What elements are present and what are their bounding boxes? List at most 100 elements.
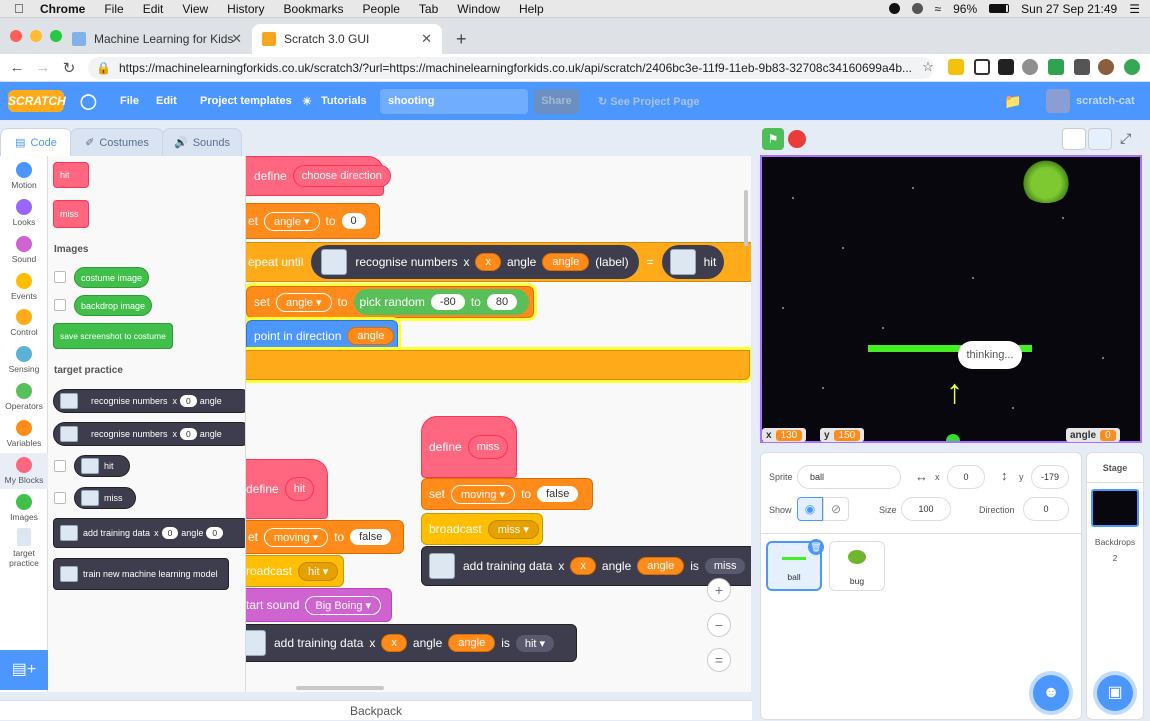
sprite-y-input[interactable]: -179 xyxy=(1031,465,1069,489)
sprite-direction-input[interactable]: 0 xyxy=(1023,497,1069,521)
y-monitor[interactable]: y 150 xyxy=(820,428,865,442)
extensions-puzzle-icon[interactable] xyxy=(1074,59,1090,75)
menu-file[interactable]: File xyxy=(104,2,123,16)
category-my-blocks[interactable]: My Blocks xyxy=(0,453,48,489)
forward-icon[interactable]: → xyxy=(30,59,56,76)
label-dropdown[interactable]: hit ▾ xyxy=(515,634,555,652)
close-window-icon[interactable] xyxy=(10,30,22,42)
tutorials-button[interactable]: Tutorials xyxy=(321,95,367,107)
define-hit-block[interactable]: define hit xyxy=(246,459,328,519)
bug-sprite[interactable] xyxy=(1018,159,1074,203)
show-visible-icon[interactable]: ◉ xyxy=(797,497,823,521)
value-input[interactable]: 80 xyxy=(486,294,518,310)
sprite-size-input[interactable]: 100 xyxy=(901,497,951,521)
minimize-window-icon[interactable] xyxy=(30,30,42,42)
block-input[interactable]: 0 xyxy=(180,395,197,407)
pocket-icon[interactable] xyxy=(974,59,990,75)
zotero-icon[interactable] xyxy=(998,59,1014,75)
project-title-input[interactable]: shooting xyxy=(380,89,528,114)
record-icon[interactable] xyxy=(888,3,900,14)
menu-tab[interactable]: Tab xyxy=(419,2,438,16)
wifi-icon[interactable]: ≈ xyxy=(935,2,942,16)
menu-help[interactable]: Help xyxy=(519,2,544,16)
message-dropdown[interactable]: hit ▾ xyxy=(298,561,339,581)
language-globe-icon[interactable]: ◯ xyxy=(80,92,97,110)
share-button[interactable]: Share xyxy=(534,89,579,114)
zoom-reset-icon[interactable]: = xyxy=(707,648,731,672)
sprite-thumb-bug[interactable]: bug xyxy=(829,541,885,591)
value-input[interactable]: 0 xyxy=(341,213,366,229)
tab-sounds[interactable]: 🔊 Sounds xyxy=(162,128,242,156)
battery-value[interactable]: 96% xyxy=(953,2,977,16)
menu-edit-button[interactable]: Edit xyxy=(156,95,177,107)
category-looks[interactable]: Looks xyxy=(0,199,48,227)
palette-block-hit-label[interactable]: hit xyxy=(74,455,130,477)
angle-variable[interactable]: angle xyxy=(448,634,496,652)
update-icon[interactable] xyxy=(1124,59,1140,75)
sound-dropdown[interactable]: Big Boing ▾ xyxy=(305,595,382,615)
palette-block-save-screenshot[interactable]: save screenshot to costume xyxy=(53,323,173,349)
apple-icon[interactable]:  xyxy=(14,1,28,16)
browser-tab-ml[interactable]: Machine Learning for Kids ✕ xyxy=(62,24,252,54)
lock-icon[interactable]: 🔒 xyxy=(96,61,111,75)
palette-block-costume-image[interactable]: costume image xyxy=(74,267,150,288)
palette-block-backdrop-image[interactable]: backdrop image xyxy=(74,295,153,316)
value-input[interactable]: false xyxy=(537,486,579,502)
checkbox-miss[interactable] xyxy=(54,492,66,504)
reload-icon[interactable]: ↻ xyxy=(56,59,82,77)
palette-block-recognise-1[interactable]: recognise numbers x 0 angle xyxy=(53,389,245,413)
extension-icon[interactable] xyxy=(948,59,964,75)
new-tab-icon[interactable]: + xyxy=(442,24,467,54)
palette-block-add-training[interactable]: add training data x 0 angle 0 xyxy=(53,518,245,548)
status-icon[interactable] xyxy=(911,3,923,14)
add-training-hit-block[interactable]: add training data x x angle angle is hit… xyxy=(246,624,577,662)
datetime[interactable]: Sun 27 Sep 21:49 xyxy=(1021,2,1117,16)
menu-view[interactable]: View xyxy=(182,2,208,16)
block-input[interactable]: 0 xyxy=(161,527,179,539)
x-variable[interactable]: x xyxy=(381,634,407,652)
tab-close-icon[interactable]: ✕ xyxy=(231,31,242,47)
checkbox-backdrop-image[interactable] xyxy=(54,299,66,311)
project-templates-button[interactable]: Project templates xyxy=(200,95,292,107)
delete-sprite-icon[interactable]: 🗑 xyxy=(808,539,824,555)
x-variable[interactable]: x xyxy=(475,253,501,271)
account-menu[interactable]: scratch-cat xyxy=(1046,89,1135,113)
hit-reporter[interactable]: hit xyxy=(661,245,725,279)
category-operators[interactable]: Operators xyxy=(0,383,48,411)
menu-history[interactable]: History xyxy=(227,2,264,16)
zoom-out-icon[interactable]: − xyxy=(707,613,731,637)
stop-icon[interactable] xyxy=(788,130,806,148)
palette-block-recognise-2[interactable]: recognise numbers x 0 angle xyxy=(53,422,245,446)
fullscreen-icon[interactable]: ⤢ xyxy=(1120,130,1131,147)
menu-file-button[interactable]: File xyxy=(120,95,139,107)
zoom-in-icon[interactable]: + xyxy=(707,578,731,602)
small-stage-icon[interactable] xyxy=(1062,128,1086,150)
see-project-page-button[interactable]: ↻ See Project Page xyxy=(598,95,700,108)
angle-variable[interactable]: angle xyxy=(542,253,590,271)
checkbox-costume-image[interactable] xyxy=(54,271,66,283)
tutorials-lightbulb-icon[interactable]: ☀ xyxy=(302,95,312,108)
angle-variable[interactable]: angle xyxy=(637,557,685,575)
choose-backdrop-icon[interactable]: ▣ xyxy=(1097,675,1133,711)
menu-people[interactable]: People xyxy=(363,2,400,16)
category-events[interactable]: Events xyxy=(0,273,48,301)
category-motion[interactable]: Motion xyxy=(0,162,48,190)
tab-close-icon[interactable]: ✕ xyxy=(421,31,432,47)
broadcast-hit-block[interactable]: roadcast hit ▾ xyxy=(246,555,344,587)
value-input[interactable]: -80 xyxy=(430,294,465,310)
category-sensing[interactable]: Sensing xyxy=(0,346,48,374)
show-hidden-icon[interactable]: ⊘ xyxy=(823,497,849,521)
menu-window[interactable]: Window xyxy=(457,2,500,16)
tab-costumes[interactable]: ✐ Costumes xyxy=(70,128,164,156)
pick-random-reporter[interactable]: pick random -80 to 80 xyxy=(353,289,530,315)
stage-selector[interactable]: Stage Backdrops 2 ▣ xyxy=(1086,452,1144,720)
category-sound[interactable]: Sound xyxy=(0,236,48,264)
category-control[interactable]: Control xyxy=(0,309,48,337)
evernote-icon[interactable] xyxy=(1048,59,1064,75)
block-input[interactable]: 0 xyxy=(180,428,197,440)
vertical-scrollbar[interactable] xyxy=(744,190,748,246)
large-stage-icon[interactable] xyxy=(1088,128,1112,150)
backdrop-thumbnail[interactable] xyxy=(1091,489,1139,527)
address-bar[interactable]: 🔒 https://machinelearningforkids.co.uk/s… xyxy=(88,57,934,79)
add-training-miss-block[interactable]: add training data x x angle angle is mis… xyxy=(421,546,751,586)
